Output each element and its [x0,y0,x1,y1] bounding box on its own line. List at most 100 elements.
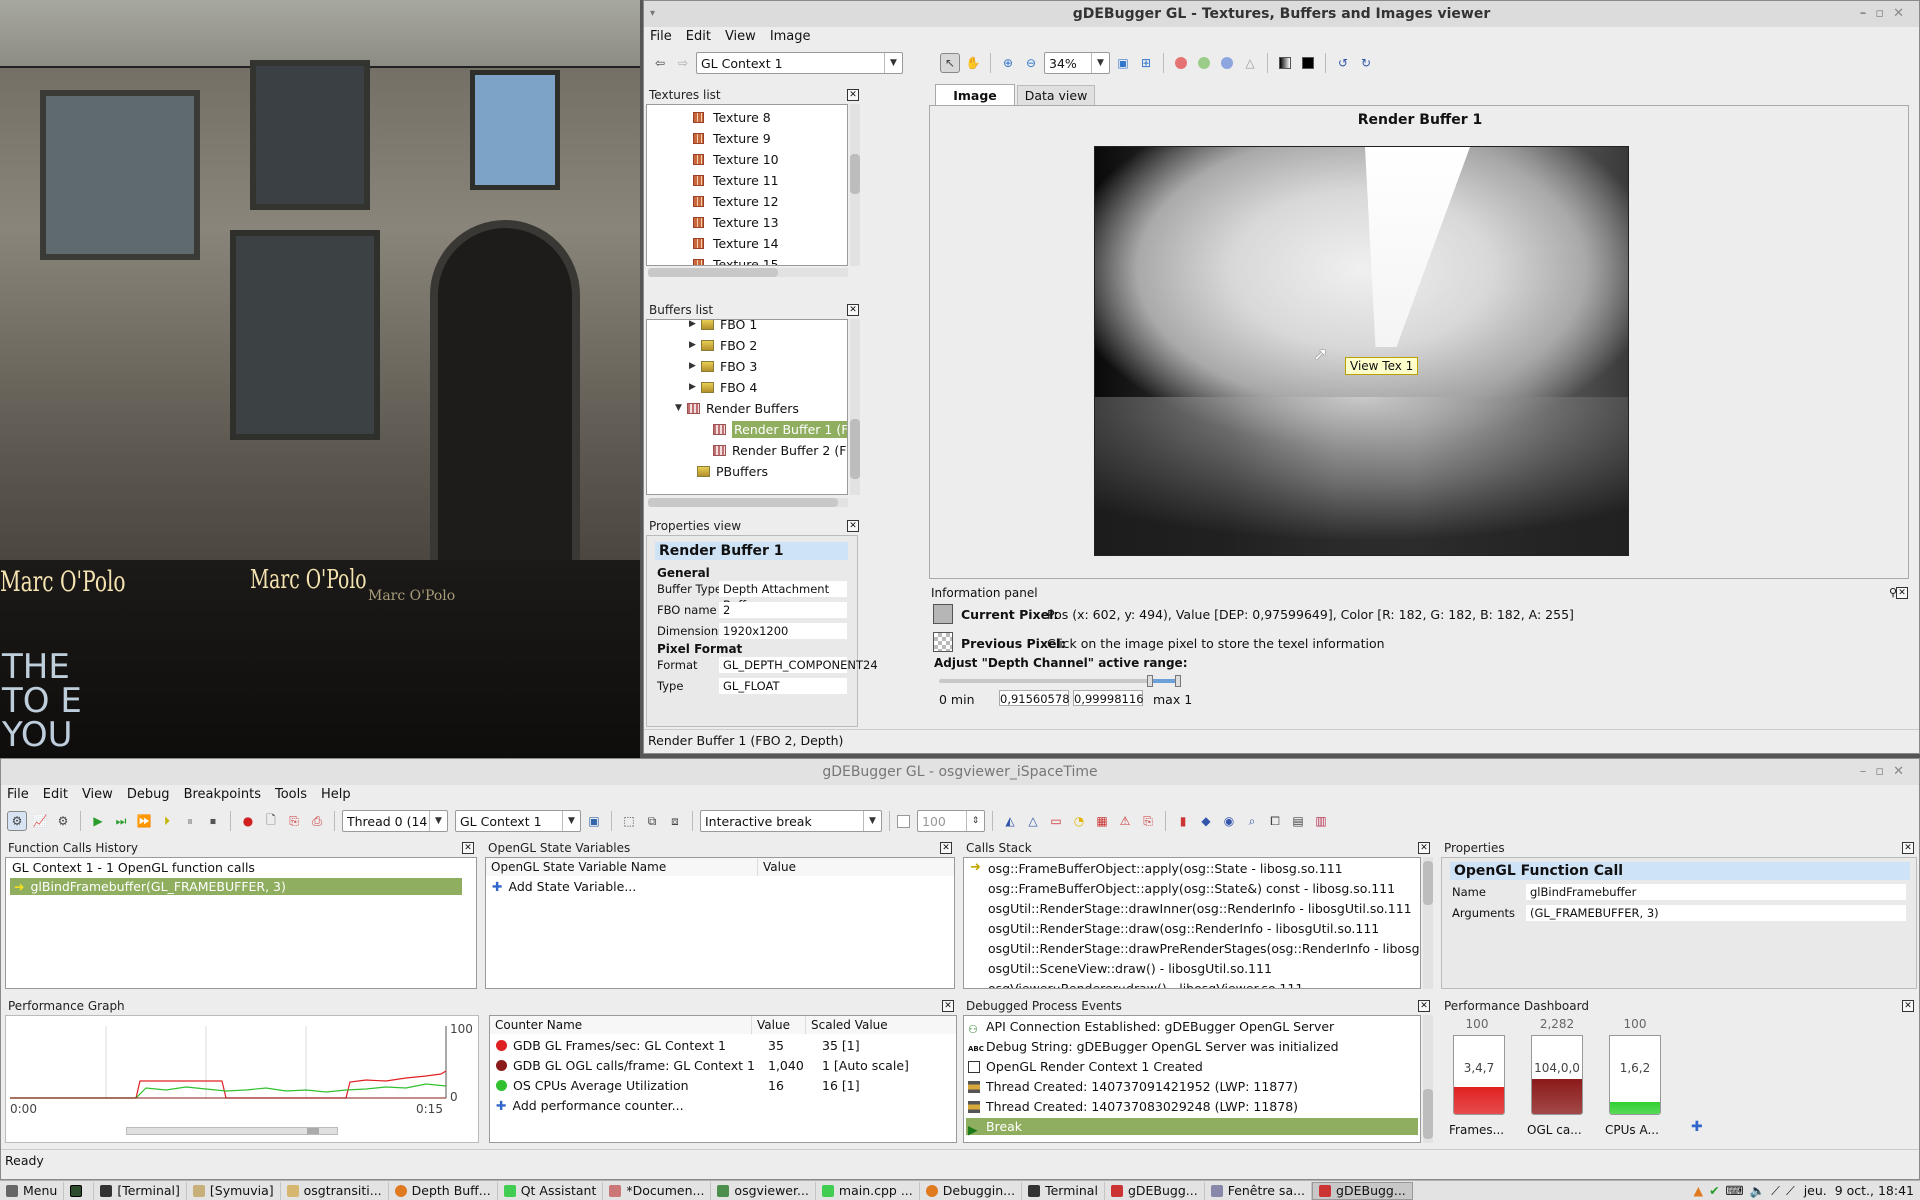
tree-item-render-buffers[interactable]: ▼ Render Buffers [675,400,799,417]
column-header-scaled[interactable]: Scaled Value [806,1016,956,1034]
zoom-out-icon[interactable]: ⊖ [1021,53,1041,73]
taskbar-item[interactable]: Fenêtre sa... [1205,1181,1313,1200]
function-call-item[interactable]: ➜ glBindFramebuffer(GL_FRAMEBUFFER, 3) [10,878,462,895]
context-info-icon[interactable]: ▣ [584,811,604,831]
list-item[interactable]: Texture 11 [693,172,779,189]
range-handle-high[interactable] [1175,675,1181,687]
bluetooth-icon[interactable]: ⟋ [1786,1183,1795,1199]
document-icon[interactable]: ▤ [1288,811,1308,831]
counter-row[interactable]: OS CPUs Average Utilization 16 16 [1] [496,1077,956,1094]
tree-item-fbo-4[interactable]: ▶ FBO 4 [689,379,757,396]
taskbar-item[interactable]: Qt Assistant [498,1181,604,1200]
wireframe-icon[interactable]: ⬚ [619,811,639,831]
step-frame-icon[interactable]: ⏭ [111,811,131,831]
volume-icon[interactable]: 🔈 [1750,1183,1766,1199]
stack-frame[interactable]: osgUtil::RenderStage::draw(osg::RenderIn… [988,920,1379,937]
add-performance-counter[interactable]: ✚ Add performance counter... [496,1097,684,1114]
export-icon[interactable]: ⎘ [1138,811,1158,831]
stack-frame[interactable]: osgUtil::SceneView::draw() - libosgUtil.… [988,960,1272,977]
event-row[interactable]: ⚇ API Connection Established: gDEBugger O… [968,1018,1334,1036]
menu-view[interactable]: View [82,787,113,802]
stop-icon[interactable]: ⏹ [203,811,223,831]
step-draw-icon[interactable]: ⏩ [134,811,154,831]
back-arrow-icon[interactable]: ⇦ [650,53,670,73]
alpha-channel-icon[interactable]: △ [1240,53,1260,73]
list-item[interactable]: Texture 10 [693,151,779,168]
texture-viewer-icon[interactable]: ◆ [1196,811,1216,831]
window-title-bar[interactable]: gDEBugger GL - osgviewer_iSpaceTime –▫✕ [1,759,1919,785]
rotate-right-icon[interactable]: ↻ [1356,53,1376,73]
cube-icon[interactable]: ⧉ [642,811,662,831]
stack-frame[interactable]: osgUtil::RenderStage::drawInner(osg::Ren… [988,900,1412,917]
network-icon[interactable]: ⟋ [1771,1183,1780,1199]
tree-item-fbo-3[interactable]: ▶ FBO 3 [689,358,757,375]
menu-help[interactable]: Help [321,787,351,802]
window-title-bar[interactable]: ▾ gDEBugger GL - Textures, Buffers and I… [644,1,1919,27]
hand-pan-icon[interactable]: ✋ [963,53,983,73]
gl-context-combo[interactable]: GL Context 1 ▼ [696,52,903,74]
list-item[interactable]: Texture 8 [693,109,771,126]
close-icon[interactable]: ✕ [1418,842,1430,854]
menu-edit[interactable]: Edit [43,787,68,802]
frame-count-spinner[interactable]: 100 ⇕ [917,810,985,832]
taskbar-item[interactable]: [Symuvia] [187,1181,281,1200]
window-menu-icon[interactable]: ▾ [650,1,655,27]
menu-file[interactable]: File [7,787,29,802]
stack-frame[interactable]: osgUtil::RenderStage::drawPreRenderStage… [988,940,1420,957]
vertical-scrollbar[interactable] [850,104,860,266]
thread-combo[interactable]: Thread 0 (14 ▼ [342,810,448,832]
close-icon[interactable]: ✕ [1896,587,1908,599]
shader-icon[interactable]: ◉ [1219,811,1239,831]
taskbar-item[interactable]: gDEBugg... [1105,1181,1205,1200]
expand-arrow-icon[interactable]: ▶ [689,337,701,354]
rotate-left-icon[interactable]: ↺ [1333,53,1353,73]
search-icon[interactable]: ⌕ [1242,811,1262,831]
event-row[interactable]: Thread Created: 140737083029248 (LWP: 11… [968,1098,1298,1115]
column-header-value[interactable]: Value [758,858,954,876]
range-slider[interactable] [939,675,1181,687]
taskbar-item[interactable]: Debuggin... [920,1181,1023,1200]
add-gauge-icon[interactable]: ✚ [1691,1119,1703,1135]
new-file-icon[interactable]: 🗋 [261,811,281,831]
expand-arrow-icon[interactable]: ▶ [689,320,701,333]
tab-image-view[interactable]: Image view [935,84,1015,124]
play-icon[interactable]: ▶ [88,811,108,831]
chart-icon[interactable]: ▮ [1173,811,1193,831]
vlc-icon[interactable]: ▲ [1693,1183,1703,1198]
counter-row[interactable]: GDB GL OGL calls/frame: GL Context 1 1,04… [496,1057,956,1074]
red-channel-icon[interactable] [1171,53,1191,73]
tab-data-view[interactable]: Data view [1017,85,1095,105]
export-red-icon[interactable]: ⎙ [307,811,327,831]
start-menu-button[interactable]: Menu [0,1181,65,1200]
window-controls[interactable]: –▫✕ [1860,1,1913,27]
menu-breakpoints[interactable]: Breakpoints [184,787,261,802]
debug-mode-icon[interactable]: ⚙ [7,811,27,831]
report-icon[interactable]: ▥ [1311,811,1331,831]
warning-icon[interactable]: ⚠ [1115,811,1135,831]
tree-item-fbo-1[interactable]: ▶ FBO 1 [689,320,757,333]
original-size-icon[interactable]: ⊞ [1136,53,1156,73]
analyze-mode-icon[interactable]: ⚙ [53,811,73,831]
range-high-input[interactable]: 0,99998116 [1073,690,1144,706]
grayscale-icon[interactable] [1275,53,1295,73]
calendar-icon[interactable]: ▦ [1092,811,1112,831]
forward-arrow-icon[interactable]: ⇨ [673,53,693,73]
taskbar-item[interactable]: *Documen... [603,1181,712,1200]
monitor-icon[interactable]: ▭ [1046,811,1066,831]
keyboard-icon[interactable]: ⌨ [1726,1183,1744,1198]
export-icon[interactable]: ⎘ [284,811,304,831]
step-call-icon[interactable]: ⏵ [157,811,177,831]
tree-item-pbuffers[interactable]: PBuffers [697,463,768,480]
add-state-variable[interactable]: ✚ Add State Variable... [492,878,636,895]
show-desktop-button[interactable] [64,1181,95,1200]
vertical-scrollbar[interactable] [1423,1015,1433,1143]
taskbar-item[interactable]: Depth Buff... [389,1181,498,1200]
horizontal-scrollbar[interactable] [648,498,848,507]
memory-icon[interactable]: ⧠ [1265,811,1285,831]
pointer-icon[interactable]: ↖ [940,53,960,73]
graph-time-scrollbar[interactable] [126,1127,338,1135]
event-row[interactable]: ABC Debug String: gDEBugger OpenGL Server… [968,1038,1339,1055]
range-handle-low[interactable] [1147,675,1153,687]
column-header-value[interactable]: Value [752,1016,806,1034]
tree-item-render-buffer-2[interactable]: Render Buffer 2 (FBO 4, Dept [713,442,847,459]
